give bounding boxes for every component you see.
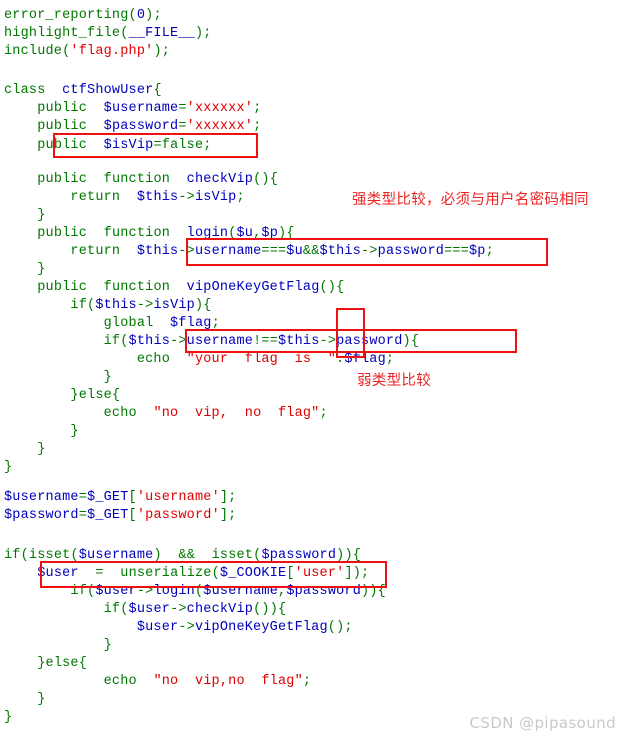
weak-type-comparison-note: 弱类型比较 bbox=[357, 373, 431, 389]
code-line: include('flag.php'); bbox=[4, 44, 171, 59]
code-line: class ctfShowUser{ bbox=[4, 83, 162, 98]
code-line: if(isset($username) && isset($password))… bbox=[4, 548, 362, 563]
code-line: } bbox=[37, 262, 46, 277]
code-line: }else{ bbox=[70, 388, 121, 403]
code-line: $password=$_GET['password']; bbox=[4, 508, 237, 523]
code-line: error_reporting(0); bbox=[4, 8, 162, 23]
code-line: } bbox=[37, 692, 46, 707]
code-line: } bbox=[37, 208, 46, 223]
code-line: $username=$_GET['username']; bbox=[4, 490, 237, 505]
code-line: } bbox=[4, 710, 13, 725]
code-line: } bbox=[70, 424, 79, 439]
code-line: public $password='xxxxxx'; bbox=[37, 119, 262, 134]
code-line: public function login($u,$p){ bbox=[37, 226, 295, 241]
code-line: echo "no vip,no flag"; bbox=[103, 674, 312, 689]
strong-type-comparison-note: 强类型比较，必须与用户名密码相同 bbox=[352, 192, 589, 208]
code-line: } bbox=[4, 460, 13, 475]
code-line: } bbox=[37, 442, 46, 457]
code-line: if($this->username!==$this->password){ bbox=[103, 334, 420, 349]
code-line: public function checkVip(){ bbox=[37, 172, 278, 187]
code-line: highlight_file(__FILE__); bbox=[4, 26, 212, 41]
code-line: return $this->username===$u&&$this->pass… bbox=[70, 244, 494, 259]
code-line: $user = unserialize($_COOKIE['user']); bbox=[37, 566, 370, 581]
code-listing: error_reporting(0); highlight_file(__FILE… bbox=[0, 0, 628, 742]
code-line: if($this->isVip){ bbox=[70, 298, 212, 313]
code-line: $user->vipOneKeyGetFlag(); bbox=[136, 620, 353, 635]
code-line: global $flag; bbox=[103, 316, 220, 331]
code-line: echo "no vip, no flag"; bbox=[103, 406, 328, 421]
code-line: } bbox=[103, 370, 112, 385]
code-line: return $this->isVip; bbox=[70, 190, 245, 205]
code-line: public $username='xxxxxx'; bbox=[37, 101, 262, 116]
code-line: if($user->login($username,$password)){ bbox=[70, 584, 386, 599]
code-line: } bbox=[103, 638, 112, 653]
code-line: if($user->checkVip()){ bbox=[103, 602, 287, 617]
csdn-watermark: CSDN @pipasound bbox=[469, 714, 616, 732]
code-line: public function vipOneKeyGetFlag(){ bbox=[37, 280, 345, 295]
code-line: public $isVip=false; bbox=[37, 138, 212, 153]
code-line: }else{ bbox=[37, 656, 88, 671]
code-line: echo "your flag is ".$flag; bbox=[136, 352, 395, 367]
